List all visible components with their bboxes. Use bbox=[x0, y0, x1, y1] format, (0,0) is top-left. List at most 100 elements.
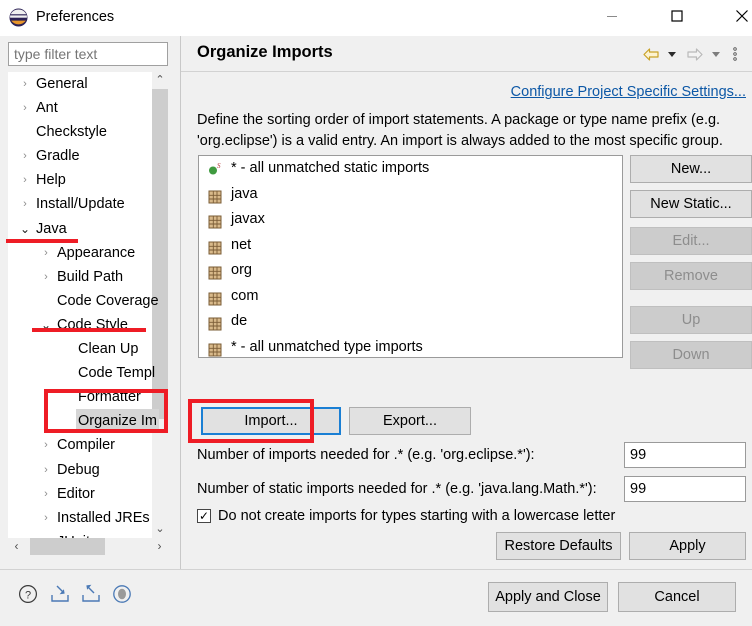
chevron-down-icon[interactable] bbox=[665, 45, 679, 63]
down-button: Down bbox=[630, 341, 752, 369]
preferences-tree[interactable]: › General › Ant Checkstyle › Gradle › Help › Insta… bbox=[8, 72, 168, 538]
restore-defaults-button[interactable]: Restore Defaults bbox=[496, 532, 621, 560]
sidebar-item-label: Install/Update bbox=[36, 196, 125, 213]
num-imports-input[interactable] bbox=[625, 443, 745, 467]
filter-field-wrapper[interactable] bbox=[8, 42, 168, 66]
sidebar-item-installed-jres[interactable]: › Installed JREs bbox=[8, 506, 168, 530]
apply-and-close-button[interactable]: Apply and Close bbox=[488, 582, 608, 612]
list-item[interactable]: * - all unmatched type imports bbox=[199, 335, 622, 358]
cancel-button[interactable]: Cancel bbox=[618, 582, 736, 612]
sidebar-item-editor[interactable]: › Editor bbox=[8, 482, 168, 506]
package-icon bbox=[208, 188, 222, 203]
arrow-right-icon[interactable] bbox=[685, 45, 705, 63]
sidebar-item-code-coverage[interactable]: Code Coverage bbox=[8, 289, 168, 313]
minimize-button[interactable] bbox=[589, 0, 635, 32]
sidebar-item-checkstyle[interactable]: Checkstyle bbox=[8, 120, 168, 144]
sidebar-item-formatter[interactable]: Formatter bbox=[8, 385, 168, 409]
sidebar-item-junit[interactable]: JUnit bbox=[8, 530, 168, 538]
new-button[interactable]: New... bbox=[630, 155, 752, 183]
num-static-imports-input[interactable] bbox=[625, 477, 745, 501]
chevron-right-icon[interactable]: › bbox=[39, 241, 53, 265]
sidebar-item-help[interactable]: › Help bbox=[8, 168, 168, 192]
num-imports-label: Number of imports needed for .* (e.g. 'o… bbox=[197, 447, 535, 463]
chevron-right-icon[interactable]: › bbox=[18, 144, 32, 168]
list-item[interactable]: com bbox=[199, 284, 622, 310]
lowercase-checkbox-row[interactable]: ✓ Do not create imports for types starti… bbox=[197, 508, 615, 524]
export-arrow-icon[interactable] bbox=[79, 582, 103, 606]
sidebar-item-general[interactable]: › General bbox=[8, 72, 168, 96]
sidebar-item-label: Code Coverage bbox=[57, 292, 159, 309]
scroll-up-arrow-icon[interactable]: ⌃ bbox=[152, 72, 168, 89]
annotation-underline-java bbox=[6, 239, 78, 243]
sidebar-item-organize-im[interactable]: Organize Im bbox=[8, 409, 168, 434]
sidebar-item-debug[interactable]: › Debug bbox=[8, 458, 168, 482]
list-item[interactable]: org bbox=[199, 258, 622, 284]
sidebar-item-code-style[interactable]: ⌄ Code Style bbox=[8, 313, 168, 337]
preferences-tree-list: › General › Ant Checkstyle › Gradle › Help › Insta… bbox=[8, 72, 168, 538]
scroll-left-arrow-icon[interactable]: ‹ bbox=[8, 538, 25, 555]
chevron-down-icon[interactable]: ⌄ bbox=[39, 313, 53, 337]
sidebar-item-install-update[interactable]: › Install/Update bbox=[8, 192, 168, 216]
configure-project-specific-settings-link[interactable]: Configure Project Specific Settings... bbox=[511, 84, 746, 100]
chevron-right-icon[interactable]: › bbox=[39, 482, 53, 506]
chevron-right-icon[interactable]: › bbox=[39, 265, 53, 289]
chevron-down-icon[interactable] bbox=[709, 45, 723, 63]
static-import-icon: S bbox=[208, 161, 224, 177]
list-item-label: java bbox=[231, 185, 258, 202]
scroll-down-arrow-icon[interactable]: ⌄ bbox=[152, 521, 168, 538]
scroll-right-arrow-icon[interactable]: › bbox=[151, 538, 168, 555]
maximize-button[interactable] bbox=[654, 0, 700, 32]
list-item[interactable]: S * - all unmatched static imports bbox=[199, 156, 622, 182]
list-item[interactable]: de bbox=[199, 309, 622, 335]
import-arrow-icon[interactable] bbox=[48, 582, 72, 606]
help-question-icon[interactable]: ? bbox=[16, 582, 40, 606]
list-item[interactable]: javax bbox=[199, 207, 622, 233]
package-icon bbox=[208, 239, 222, 254]
arrow-left-icon[interactable] bbox=[641, 45, 661, 63]
sidebar-item-label: Ant bbox=[36, 100, 58, 117]
scrollbar-thumb-horizontal[interactable] bbox=[30, 538, 105, 555]
vertical-dots-menu-icon[interactable] bbox=[730, 45, 740, 63]
sidebar-item-java[interactable]: ⌄ Java bbox=[8, 217, 168, 241]
chevron-down-icon[interactable]: ⌄ bbox=[18, 217, 32, 241]
chevron-right-icon[interactable]: › bbox=[18, 168, 32, 192]
import-order-list[interactable]: S * - all unmatched static imports java jav… bbox=[198, 155, 623, 358]
preferences-dialog: Preferences ›General›AntCheckstyle›Gradl… bbox=[0, 0, 752, 626]
sidebar-item-gradle[interactable]: › Gradle bbox=[8, 144, 168, 168]
close-button[interactable] bbox=[719, 0, 752, 32]
list-item-label: javax bbox=[231, 211, 265, 227]
package-icon bbox=[208, 264, 222, 280]
num-imports-field-wrapper[interactable] bbox=[624, 442, 746, 468]
import-button[interactable]: Import... bbox=[201, 407, 341, 435]
lowercase-checkbox[interactable]: ✓ bbox=[197, 509, 211, 523]
sidebar-item-ant[interactable]: › Ant bbox=[8, 96, 168, 120]
export-button[interactable]: Export... bbox=[349, 407, 471, 435]
chevron-right-icon[interactable]: › bbox=[18, 96, 32, 120]
sidebar-item-build-path[interactable]: › Build Path bbox=[8, 265, 168, 289]
chevron-right-icon[interactable]: › bbox=[18, 72, 32, 96]
num-static-imports-field-wrapper[interactable] bbox=[624, 476, 746, 502]
sidebar-item-label: Editor bbox=[57, 485, 95, 502]
list-item[interactable]: net bbox=[199, 233, 622, 259]
sidebar-item-clean-up[interactable]: Clean Up bbox=[8, 337, 168, 361]
window-title: Preferences bbox=[36, 9, 115, 25]
chevron-right-icon[interactable]: › bbox=[39, 433, 53, 457]
chevron-right-icon[interactable]: › bbox=[39, 506, 53, 530]
tree-horizontal-scrollbar[interactable]: ‹ › bbox=[8, 538, 168, 555]
sidebar-item-appearance[interactable]: › Appearance bbox=[8, 241, 168, 265]
list-item-label: com bbox=[231, 287, 259, 304]
sidebar-item-compiler[interactable]: › Compiler bbox=[8, 433, 168, 457]
sidebar-item-code-templ[interactable]: Code Templ bbox=[8, 361, 168, 385]
chevron-right-icon[interactable]: › bbox=[39, 458, 53, 482]
apply-button[interactable]: Apply bbox=[629, 532, 746, 560]
new-static-button[interactable]: New Static... bbox=[630, 190, 752, 218]
window-title-bar: Preferences bbox=[0, 0, 752, 36]
sidebar-item-label: Compiler bbox=[57, 437, 116, 454]
record-circle-icon[interactable] bbox=[110, 582, 134, 606]
search-input[interactable] bbox=[9, 43, 167, 65]
list-item[interactable]: java bbox=[199, 182, 622, 208]
package-icon bbox=[208, 213, 222, 229]
page-description: Define the sorting order of import state… bbox=[197, 112, 723, 149]
annotation-underline-code-style bbox=[32, 328, 146, 332]
chevron-right-icon[interactable]: › bbox=[18, 192, 32, 216]
